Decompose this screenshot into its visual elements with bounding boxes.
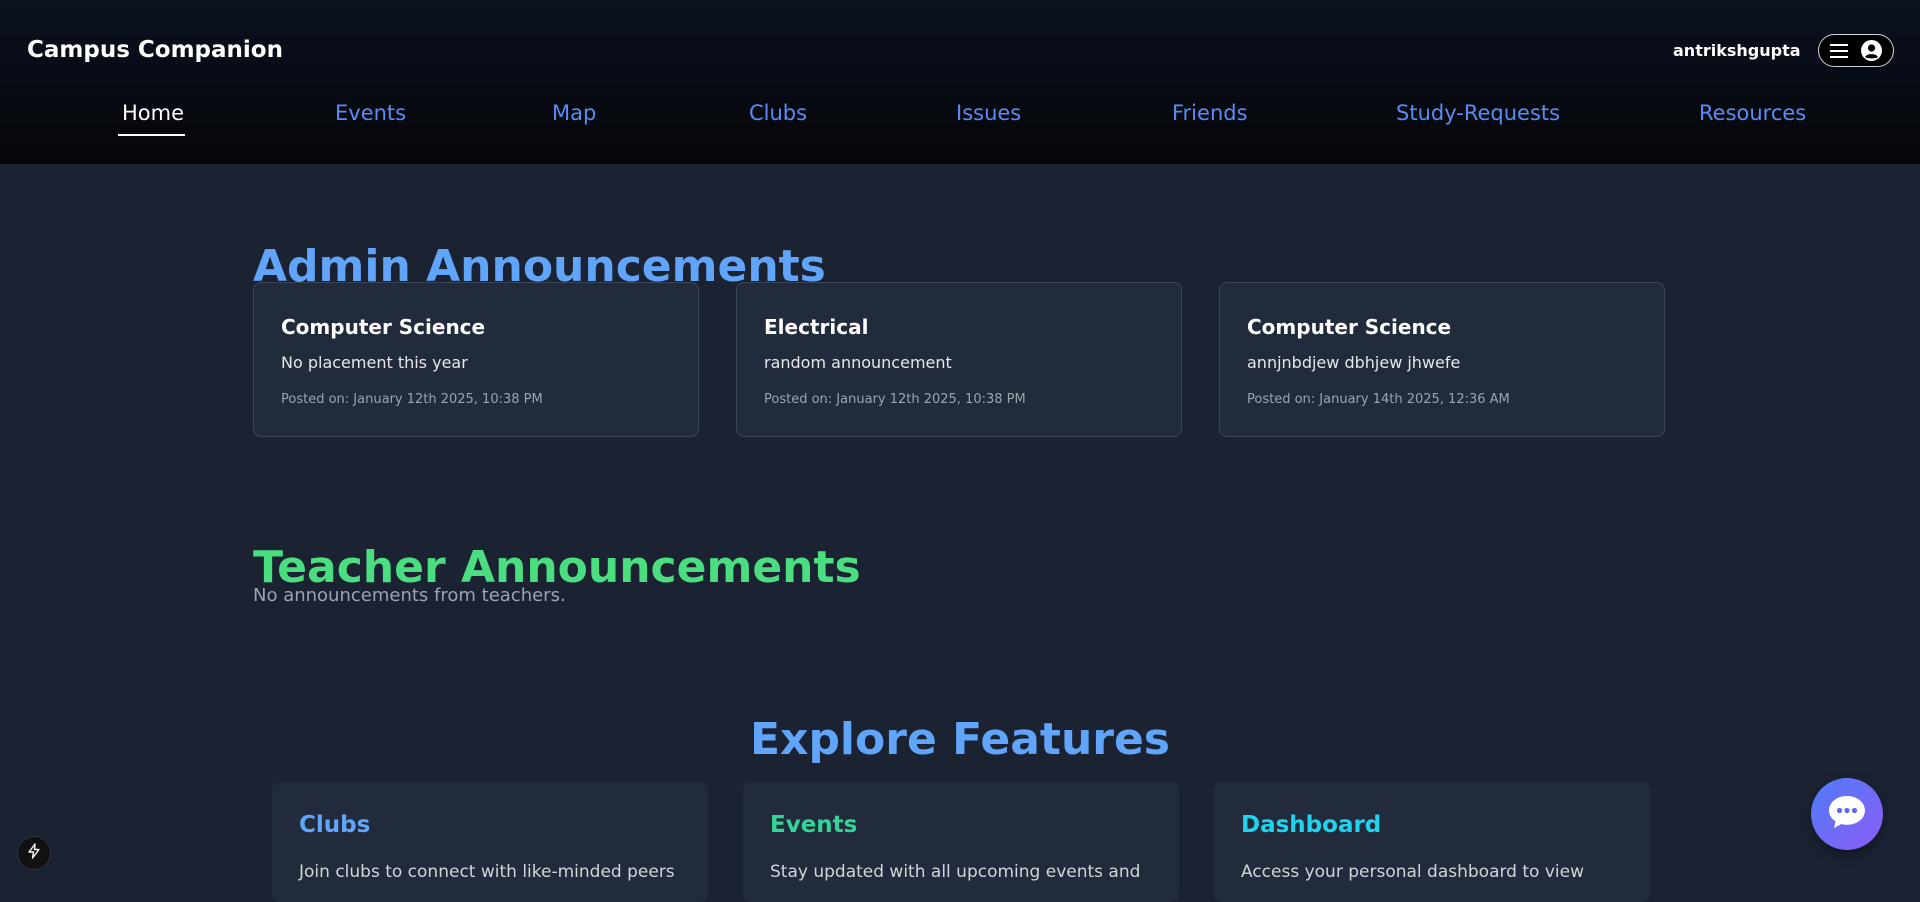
- announcement-card: Computer Science annjnbdjew dbhjew jhwef…: [1219, 282, 1665, 437]
- feature-card-clubs[interactable]: Clubs Join clubs to connect with like-mi…: [272, 782, 708, 902]
- nav-resources[interactable]: Resources: [1699, 101, 1806, 125]
- nav-friends[interactable]: Friends: [1172, 101, 1248, 125]
- hamburger-icon: [1830, 43, 1848, 58]
- user-circle-icon: [1861, 40, 1882, 61]
- feature-card-events[interactable]: Events Stay updated with all upcoming ev…: [743, 782, 1179, 902]
- user-menu-button[interactable]: [1818, 34, 1894, 67]
- nav-study-requests[interactable]: Study-Requests: [1396, 101, 1560, 125]
- chat-button[interactable]: [1811, 778, 1883, 850]
- announcement-department: Computer Science: [1247, 315, 1452, 339]
- username-label: antrikshgupta: [1673, 41, 1801, 60]
- feature-card-dashboard[interactable]: Dashboard Access your personal dashboard…: [1214, 782, 1650, 902]
- announcement-date: Posted on: January 12th 2025, 10:38 PM: [281, 392, 543, 407]
- explore-features-title: Explore Features: [750, 713, 1170, 765]
- announcement-text: annjnbdjew dbhjew jhwefe: [1247, 353, 1461, 372]
- brand-title[interactable]: Campus Companion: [27, 37, 283, 63]
- announcement-date: Posted on: January 12th 2025, 10:38 PM: [764, 392, 1026, 407]
- feature-description: Stay updated with all upcoming events an…: [770, 862, 1141, 882]
- feature-description: Join clubs to connect with like-minded p…: [299, 862, 675, 882]
- announcement-card: Computer Science No placement this year …: [253, 282, 699, 437]
- feature-title: Events: [770, 812, 858, 838]
- nav-home[interactable]: Home: [122, 101, 184, 125]
- feature-title: Clubs: [299, 812, 371, 838]
- announcement-text: random announcement: [764, 353, 952, 372]
- feature-description: Access your personal dashboard to view: [1241, 862, 1584, 882]
- announcement-department: Computer Science: [281, 315, 486, 339]
- lightning-bolt-icon: [27, 843, 41, 863]
- nav-events[interactable]: Events: [335, 101, 406, 125]
- nav-active-underline: [118, 134, 185, 136]
- dev-tools-button[interactable]: [17, 836, 51, 870]
- announcement-text: No placement this year: [281, 353, 468, 372]
- announcement-department: Electrical: [764, 315, 869, 339]
- announcement-card: Electrical random announcement Posted on…: [736, 282, 1182, 437]
- feature-title: Dashboard: [1241, 812, 1382, 838]
- teacher-empty-message: No announcements from teachers.: [253, 585, 566, 606]
- chat-bubble-icon: [1827, 794, 1867, 834]
- nav-issues[interactable]: Issues: [956, 101, 1021, 125]
- nav-clubs[interactable]: Clubs: [749, 101, 807, 125]
- nav-map[interactable]: Map: [552, 101, 596, 125]
- announcement-date: Posted on: January 14th 2025, 12:36 AM: [1247, 392, 1510, 407]
- top-header: Campus Companion antrikshgupta Home Even…: [0, 0, 1920, 164]
